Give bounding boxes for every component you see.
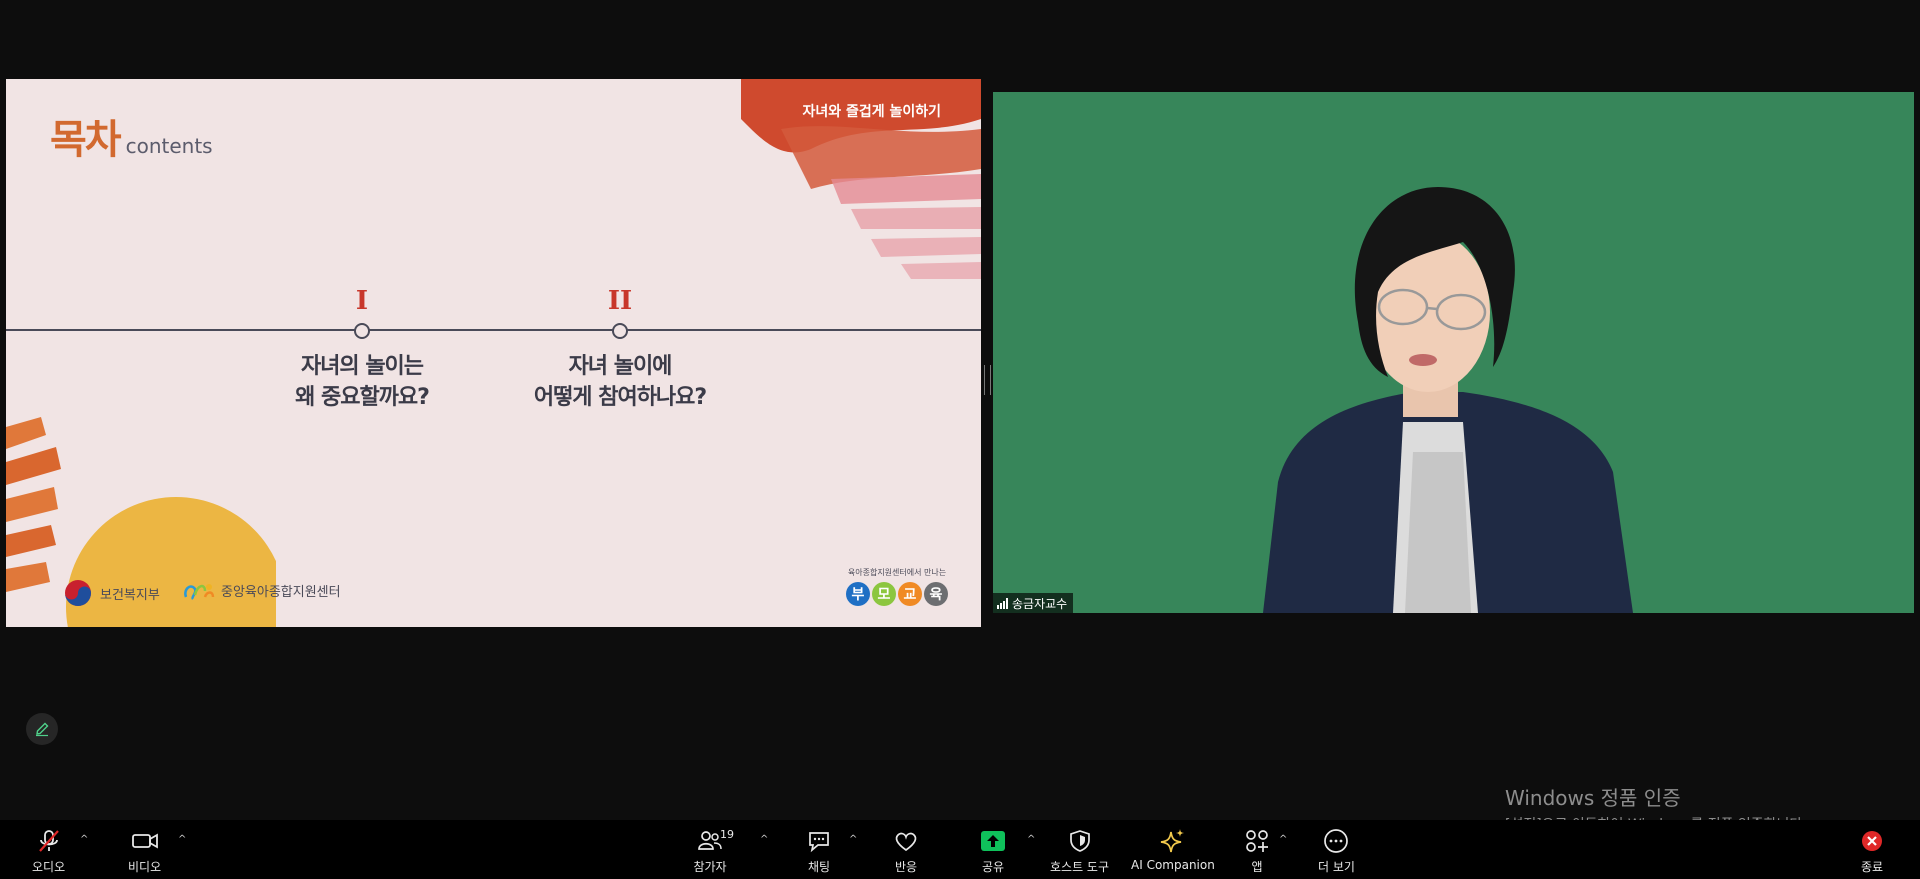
watermark-title: Windows 정품 인증 <box>1505 786 1681 810</box>
timeline-item-number: II <box>607 286 633 316</box>
bumo-letter: 부 <box>846 582 870 606</box>
video-options-caret[interactable]: ^ <box>178 834 186 845</box>
parent-education-caption: 육아종합지원센터에서 만나는 <box>847 568 947 577</box>
more-dots-icon <box>1324 829 1349 853</box>
sparkle-icon <box>1160 829 1184 853</box>
slide-title-korean: 목차 <box>50 117 122 163</box>
reactions-button[interactable]: 반응 <box>893 826 919 875</box>
ai-companion-button[interactable]: AI Companion <box>1131 826 1215 872</box>
audio-options-caret[interactable]: ^ <box>80 834 88 845</box>
share-options-caret[interactable]: ^ <box>1027 834 1035 845</box>
apps-button[interactable]: 앱 <box>1244 826 1270 875</box>
slide-title: 목차 contents <box>50 107 213 165</box>
participant-name-tag: 송금자교수 <box>993 593 1074 613</box>
chat-label: 채팅 <box>807 860 831 874</box>
shared-slide: 목차 contents 자녀와 즐겁게 놀이하기 I 자녀의 놀이는 왜 중요할… <box>6 79 981 627</box>
timeline-line <box>6 329 981 331</box>
end-meeting-button[interactable]: 종료 <box>1860 826 1884 875</box>
center-logo-icon <box>184 584 215 600</box>
bumo-letter: 교 <box>898 582 922 606</box>
slide-title-english: contents <box>125 134 213 158</box>
chat-bubble-icon <box>809 832 829 853</box>
microphone-muted-icon <box>38 830 59 852</box>
timeline-item-2: II 자녀 놀이에 어떻게 참여하나요? <box>500 284 740 413</box>
ai-companion-label: AI Companion <box>1131 858 1215 872</box>
video-camera-icon <box>131 833 158 849</box>
participant-video[interactable]: 송금자교수 <box>993 92 1914 613</box>
participants-button[interactable]: 19 참가자 <box>690 826 734 875</box>
participants-count: 19 <box>720 828 734 841</box>
ministry-logo-label: 보건복지부 <box>100 587 160 603</box>
audio-label: 오디오 <box>32 860 66 874</box>
video-button[interactable]: 비디오 <box>128 826 161 875</box>
share-button[interactable]: 공유 <box>980 826 1006 875</box>
apps-icon <box>1246 830 1268 852</box>
share-screen-icon <box>981 831 1005 851</box>
bumo-letter: 모 <box>872 582 896 606</box>
reactions-label: 반응 <box>894 860 918 874</box>
panel-splitter-handle[interactable] <box>984 365 991 395</box>
participants-label: 참가자 <box>693 860 727 874</box>
ministry-logo: 보건복지부 <box>64 579 160 607</box>
more-button[interactable]: 더 보기 <box>1318 826 1355 875</box>
participant-name: 송금자교수 <box>1012 596 1068 611</box>
annotate-button[interactable] <box>26 713 58 745</box>
participants-options-caret[interactable]: ^ <box>760 834 768 845</box>
bumo-letter: 육 <box>924 582 948 606</box>
timeline-item-text: 자녀의 놀이는 왜 중요할까요? <box>295 354 430 410</box>
apps-label: 앱 <box>1251 860 1263 874</box>
connection-signal-icon <box>997 597 1008 609</box>
slide-subtitle: 자녀와 즐겁게 놀이하기 <box>802 104 941 120</box>
chat-button[interactable]: 채팅 <box>806 826 832 875</box>
more-label: 더 보기 <box>1318 860 1355 874</box>
timeline-dot <box>354 323 370 339</box>
timeline-dot <box>612 323 628 339</box>
close-icon <box>1862 831 1882 851</box>
taegeuk-icon <box>65 580 91 606</box>
parent-education-letters: 부 모 교 육 <box>846 582 948 606</box>
center-logo-label: 중앙육아종합지원센터 <box>221 584 341 600</box>
chat-options-caret[interactable]: ^ <box>849 834 857 845</box>
host-tools-label: 호스트 도구 <box>1050 860 1110 874</box>
meeting-toolbar: 오디오 ^ 비디오 ^ 19 참가자 ^ 채팅 ^ 반응 공유 ^ 호스트 도구… <box>0 820 1920 879</box>
heart-icon <box>895 832 917 852</box>
timeline-item-number: I <box>355 286 369 316</box>
speaker-figure <box>1263 187 1633 613</box>
timeline-item-text: 자녀 놀이에 어떻게 참여하나요? <box>533 354 707 410</box>
audio-button[interactable]: 오디오 <box>32 826 65 875</box>
video-label: 비디오 <box>128 860 162 874</box>
shield-icon <box>1069 830 1090 852</box>
pencil-icon <box>36 722 49 737</box>
apps-options-caret[interactable]: ^ <box>1279 834 1287 845</box>
childcare-center-logo: 중앙육아종합지원센터 <box>183 579 341 601</box>
timeline-item-1: I 자녀의 놀이는 왜 중요할까요? <box>242 284 482 413</box>
end-meeting-label: 종료 <box>1860 860 1884 874</box>
share-label: 공유 <box>981 860 1005 874</box>
parent-education-badge: 육아종합지원센터에서 만나는 부 모 교 육 <box>846 567 948 606</box>
host-tools-button[interactable]: 호스트 도구 <box>1050 826 1109 875</box>
